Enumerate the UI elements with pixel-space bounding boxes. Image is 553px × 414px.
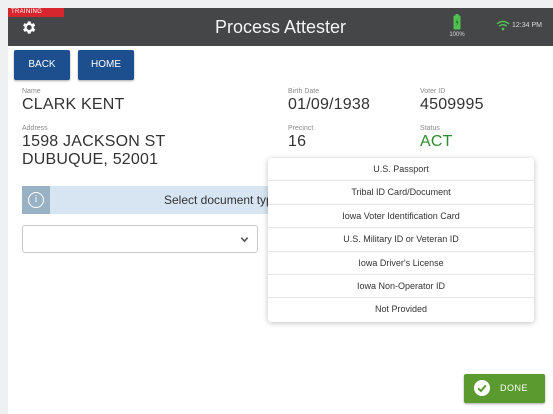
dropdown-option[interactable]: Iowa Non-Operator ID — [268, 275, 534, 299]
home-button[interactable]: HOME — [78, 50, 134, 80]
done-label: DONE — [500, 383, 529, 393]
checkmark-icon — [474, 380, 490, 396]
battery-icon — [453, 14, 461, 30]
wifi-icon — [496, 20, 510, 31]
app-header: TRAINING Process Attester 100% 12:34 PM — [8, 8, 553, 46]
battery-status: 100% — [448, 14, 466, 42]
back-button[interactable]: BACK — [14, 50, 70, 80]
clock: 12:34 PM — [512, 22, 542, 29]
info-icon: i — [28, 192, 44, 208]
dropdown-option[interactable]: Tribal ID Card/Document — [268, 181, 534, 205]
info-box: i — [22, 186, 50, 214]
select-document-prompt: Select document typ — [164, 193, 273, 207]
dropdown-option[interactable]: U.S. Military ID or Veteran ID — [268, 228, 534, 252]
voter-id-label: Voter ID — [420, 88, 446, 95]
status-value: ACT — [420, 133, 453, 150]
precinct: 16 — [288, 133, 307, 150]
dropdown-option[interactable]: Not Provided — [268, 298, 534, 321]
status-label: Status — [420, 125, 440, 132]
dropdown-option[interactable]: U.S. Passport — [268, 158, 534, 182]
dropdown-option[interactable]: Iowa Voter Identification Card — [268, 205, 534, 229]
address-line2: DUBUQUE, 52001 — [22, 151, 159, 168]
document-type-dropdown: U.S. Passport Tribal ID Card/Document Io… — [268, 158, 534, 322]
name-label: Name — [22, 88, 41, 95]
app-frame: TRAINING Process Attester 100% 12:34 PM … — [8, 8, 553, 414]
chevron-down-icon — [240, 237, 249, 243]
precinct-label: Precinct — [288, 125, 314, 132]
address-label: Address — [22, 125, 48, 132]
birth-date-label: Birth Date — [288, 88, 320, 95]
done-button[interactable]: DONE — [464, 374, 545, 403]
birth-date: 01/09/1938 — [288, 96, 371, 113]
voter-name: CLARK KENT — [22, 96, 125, 113]
page-title: Process Attester — [214, 17, 347, 37]
document-type-select[interactable] — [22, 225, 258, 253]
address-line1: 1598 JACKSON ST — [22, 133, 166, 150]
voter-id: 4509995 — [420, 96, 484, 113]
dropdown-option[interactable]: Iowa Driver's License — [268, 252, 534, 275]
battery-percent: 100% — [449, 32, 465, 38]
